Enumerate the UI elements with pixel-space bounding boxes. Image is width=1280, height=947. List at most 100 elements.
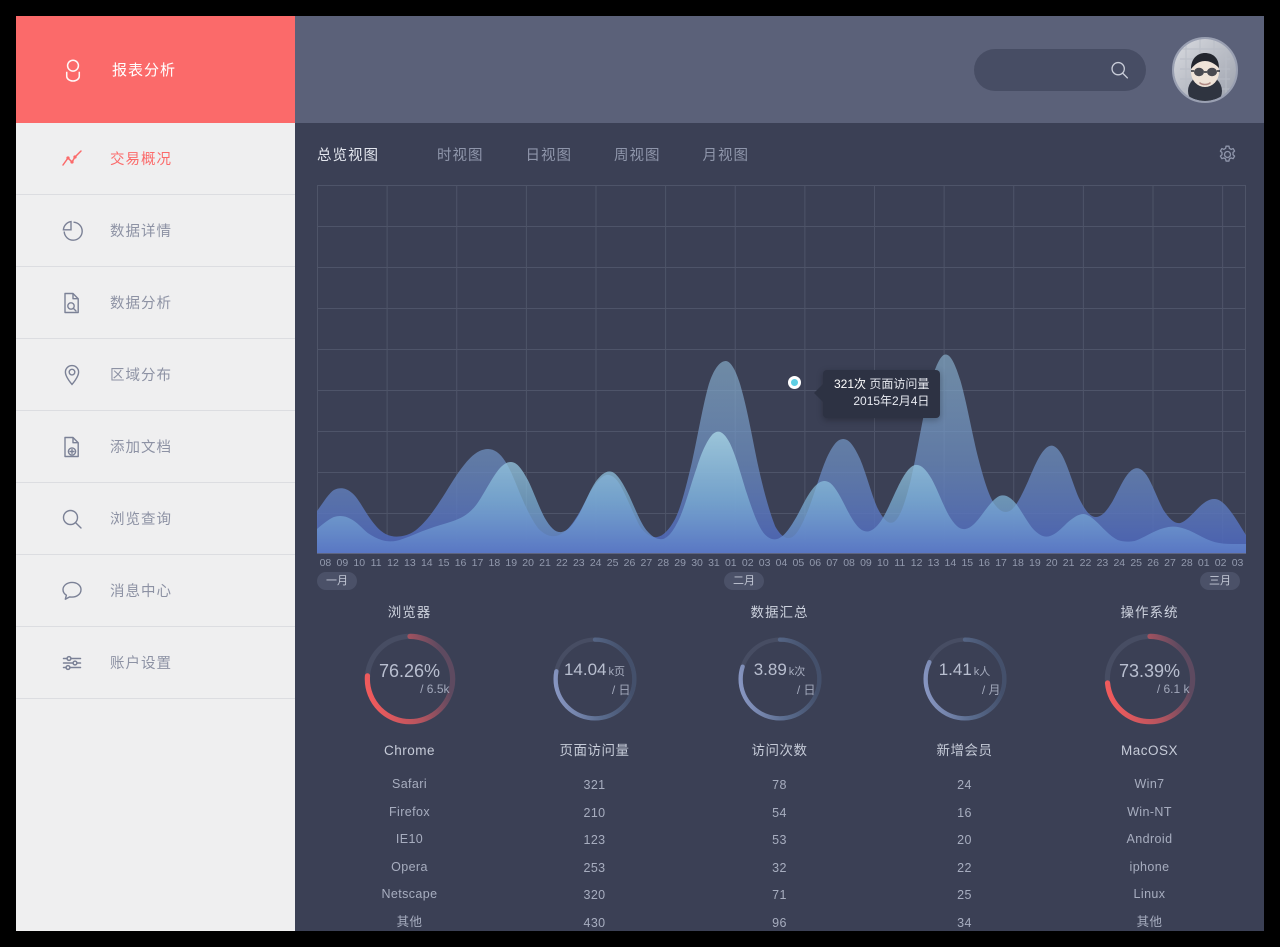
- list-item[interactable]: 25: [957, 882, 972, 910]
- gauge-ring: [1104, 633, 1195, 725]
- sidebar-item-label: 浏览查询: [110, 512, 172, 528]
- gear-icon[interactable]: [1217, 144, 1238, 165]
- x-tick: 19: [505, 557, 518, 569]
- list-item[interactable]: Linux: [1134, 881, 1166, 909]
- area-chart-svg: [317, 185, 1246, 554]
- list-item[interactable]: 其他: [397, 909, 423, 932]
- x-tick: 01: [724, 557, 737, 569]
- month-badge: 一月: [317, 572, 357, 590]
- sidebar-item-data-analysis[interactable]: 数据分析: [16, 267, 295, 339]
- sidebar-filler: [16, 699, 295, 931]
- search-box[interactable]: [974, 48, 1146, 91]
- sidebar-item-browse-query[interactable]: 浏览查询: [16, 483, 295, 555]
- list-item[interactable]: 24: [957, 772, 972, 800]
- x-tick: 06: [809, 557, 822, 569]
- x-tick: 15: [961, 557, 974, 569]
- panel-heading: 浏览器: [387, 605, 432, 620]
- tooltip-date: 2015年2月4日: [853, 394, 930, 408]
- list-item[interactable]: 34: [957, 910, 972, 932]
- x-tick: 25: [1130, 557, 1143, 569]
- metric-panels: 浏览器 76.26% / 6.5k Chrome Safari Firefox …: [295, 595, 1264, 931]
- list-item[interactable]: 96: [772, 910, 787, 932]
- list-item[interactable]: 71: [772, 882, 787, 910]
- x-tick: 07: [826, 557, 838, 569]
- list-item[interactable]: 16: [957, 800, 972, 828]
- avatar-image: [1174, 38, 1236, 101]
- x-tick: 13: [404, 557, 416, 569]
- list-item[interactable]: Win7: [1134, 771, 1164, 799]
- list-item[interactable]: 20: [957, 827, 972, 855]
- panel-visits: 数据汇总 3.89 k次 / 日 访问次数 78 54 53 32 71 96: [687, 601, 872, 931]
- list-item[interactable]: iphone: [1130, 854, 1170, 882]
- list-item[interactable]: 22: [957, 855, 972, 883]
- list-item[interactable]: 320: [583, 882, 605, 910]
- month-badge: 二月: [724, 572, 764, 590]
- sidebar-item-label: 账户设置: [110, 656, 172, 672]
- gauge-pageviews[interactable]: 14.04 k页 / 日: [547, 631, 643, 727]
- sidebar-item-label: 添加文档: [110, 440, 172, 456]
- x-tick: 14: [420, 557, 433, 569]
- sidebar-item-label: 消息中心: [110, 584, 172, 600]
- gauge-os[interactable]: 73.39% / 6.1 k: [1098, 627, 1202, 731]
- x-tick: 18: [1012, 557, 1024, 569]
- x-tick: 13: [927, 557, 940, 569]
- sidebar-item-data-details[interactable]: 数据详情: [16, 195, 295, 267]
- list-item[interactable]: 其他: [1137, 909, 1163, 932]
- sidebar-item-message-center[interactable]: 消息中心: [16, 555, 295, 627]
- list-item[interactable]: Android: [1127, 826, 1173, 854]
- area-chart[interactable]: 321次 页面访问量 2015年2月4日: [317, 185, 1246, 555]
- pie-chart-icon: [60, 219, 84, 243]
- sidebar-item-transactions[interactable]: 交易概况: [16, 123, 295, 195]
- sidebar-item-label: 交易概况: [110, 152, 172, 168]
- panel-browser: 浏览器 76.26% / 6.5k Chrome Safari Firefox …: [317, 601, 502, 931]
- panel-primary-label: Chrome: [383, 743, 435, 758]
- list-item[interactable]: IE10: [396, 826, 423, 854]
- sidebar-item-region[interactable]: 区域分布: [16, 339, 295, 411]
- x-tick: 08: [319, 557, 332, 569]
- list-item[interactable]: 253: [583, 855, 605, 883]
- chat-bubble-icon: [60, 579, 84, 603]
- x-tick: 04: [775, 557, 788, 569]
- x-tick: 12: [910, 557, 923, 569]
- panel-rows: Safari Firefox IE10 Opera Netscape 其他: [381, 771, 437, 931]
- list-item[interactable]: Opera: [391, 854, 428, 882]
- list-item[interactable]: 53: [772, 827, 787, 855]
- search-icon: [60, 507, 84, 531]
- tab-overview[interactable]: 总览视图: [317, 144, 379, 165]
- sidebar-item-account-settings[interactable]: 账户设置: [16, 627, 295, 699]
- avatar[interactable]: [1172, 36, 1238, 103]
- x-tick: 18: [488, 557, 501, 569]
- panel-pageviews: 14.04 k页 / 日 页面访问量 321 210 123 253 320 43…: [502, 601, 687, 931]
- tab-week[interactable]: 周视图: [614, 144, 661, 165]
- x-tick: 28: [1181, 557, 1193, 569]
- list-item[interactable]: 210: [583, 800, 605, 828]
- gauge-visits[interactable]: 3.89 k次 / 日: [732, 631, 828, 727]
- list-item[interactable]: 32: [772, 855, 787, 883]
- gauge-browser[interactable]: 76.26% / 6.5k: [358, 627, 462, 731]
- panel-heading: 操作系统: [1120, 605, 1179, 620]
- list-item[interactable]: 430: [583, 910, 605, 932]
- list-item[interactable]: Win-NT: [1127, 799, 1172, 827]
- list-item[interactable]: Firefox: [389, 799, 430, 827]
- main-content: 总览视图 时视图 日视图 周视图 月视图 321次 页面访问量 2015年2月4…: [295, 16, 1264, 931]
- x-tick: 30: [691, 557, 703, 569]
- x-tick: 24: [1113, 557, 1126, 569]
- panel-primary-label: 访问次数: [751, 743, 808, 758]
- tab-month[interactable]: 月视图: [703, 144, 750, 165]
- sidebar-brand[interactable]: 报表分析: [16, 16, 295, 123]
- list-item[interactable]: 123: [583, 827, 605, 855]
- panel-primary-label: 页面访问量: [559, 743, 630, 758]
- list-item[interactable]: 321: [583, 772, 605, 800]
- chart-hover-point[interactable]: [788, 376, 801, 389]
- list-item[interactable]: Netscape: [381, 881, 437, 909]
- list-item[interactable]: 54: [772, 800, 787, 828]
- x-tick: 10: [876, 557, 889, 569]
- list-item[interactable]: Safari: [392, 771, 427, 799]
- search-input[interactable]: [974, 48, 1146, 91]
- gauge-new-members[interactable]: 1.41 k人 / 月: [917, 631, 1013, 727]
- tab-day[interactable]: 日视图: [526, 144, 573, 165]
- sidebar-item-add-document[interactable]: 添加文档: [16, 411, 295, 483]
- tab-hour[interactable]: 时视图: [437, 144, 484, 165]
- x-tick: 23: [1096, 557, 1109, 569]
- list-item[interactable]: 78: [772, 772, 787, 800]
